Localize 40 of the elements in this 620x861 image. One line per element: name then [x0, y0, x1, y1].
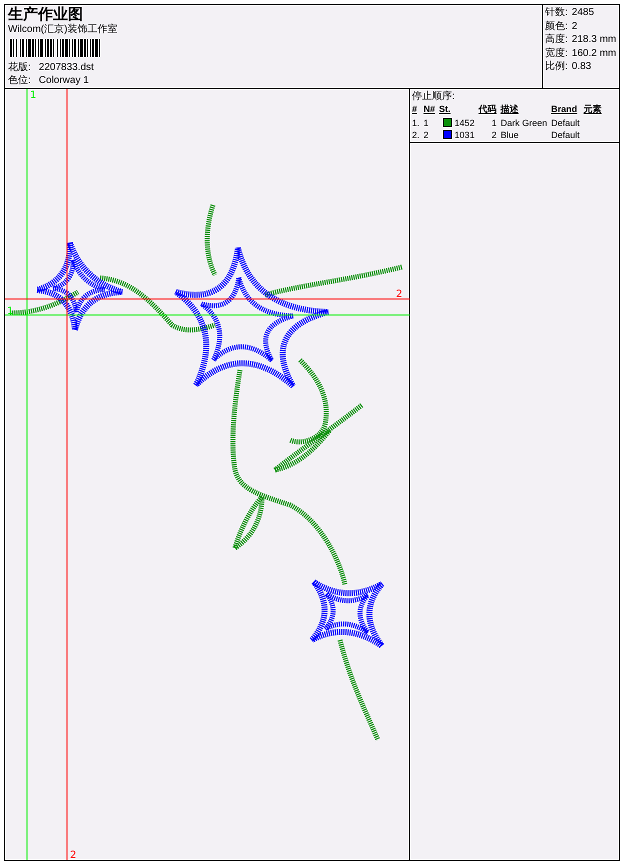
table-cell-text: Default — [551, 116, 581, 128]
table-cell: 1031 — [454, 130, 475, 140]
company-name: Wilcom(汇京)装饰工作室 — [8, 23, 118, 36]
column-header: St. — [439, 103, 479, 116]
table-cell-text: 1 — [490, 116, 498, 128]
design-file-value: 2207833.dst — [38, 61, 94, 74]
colorway-value: Colorway 1 — [38, 74, 89, 87]
colorway-label: 色位: — [8, 74, 31, 87]
info-value: 2485 — [572, 6, 594, 20]
table-cell-text: 2 — [490, 128, 498, 140]
info-label: 针数: — [545, 6, 568, 20]
design-file-label: 花版: — [8, 61, 31, 74]
table-cell-text: Default — [551, 128, 581, 140]
sheet-title: 生产作业图 — [8, 6, 84, 23]
table-cell-text: Blue — [500, 128, 520, 140]
guide-label: 2 — [396, 289, 402, 300]
guide-label: 1 — [7, 306, 14, 317]
info-value: 160.2 mm — [572, 46, 616, 60]
table-cell-text: 1. — [412, 116, 421, 128]
column-header: 元素 — [584, 103, 603, 116]
section-title: 停止顺序: — [412, 90, 456, 103]
column-header: # — [412, 103, 424, 116]
info-label: 颜色: — [545, 20, 568, 33]
table-cell-text: 2 — [424, 128, 430, 140]
table-cell-text: 1 — [424, 116, 430, 128]
info-value: 218.3 mm — [572, 33, 616, 46]
column-header: 代码 — [478, 103, 501, 116]
table-cell: 2. — [412, 128, 424, 140]
info-value: 0.83 — [572, 60, 592, 74]
guide-label: 2 — [70, 850, 76, 860]
info-label: 比例: — [545, 60, 568, 74]
table-cell: 1452 — [454, 118, 475, 128]
column-header: 描述 — [500, 103, 552, 116]
column-header: Brand — [551, 103, 584, 116]
guide-label: 1 — [30, 90, 36, 101]
table-cell-text: Dark Green — [500, 116, 548, 128]
column-header: N# — [424, 103, 440, 116]
info-label: 宽度: — [545, 46, 568, 60]
info-value: 2 — [572, 20, 578, 33]
info-label: 高度: — [545, 33, 568, 46]
